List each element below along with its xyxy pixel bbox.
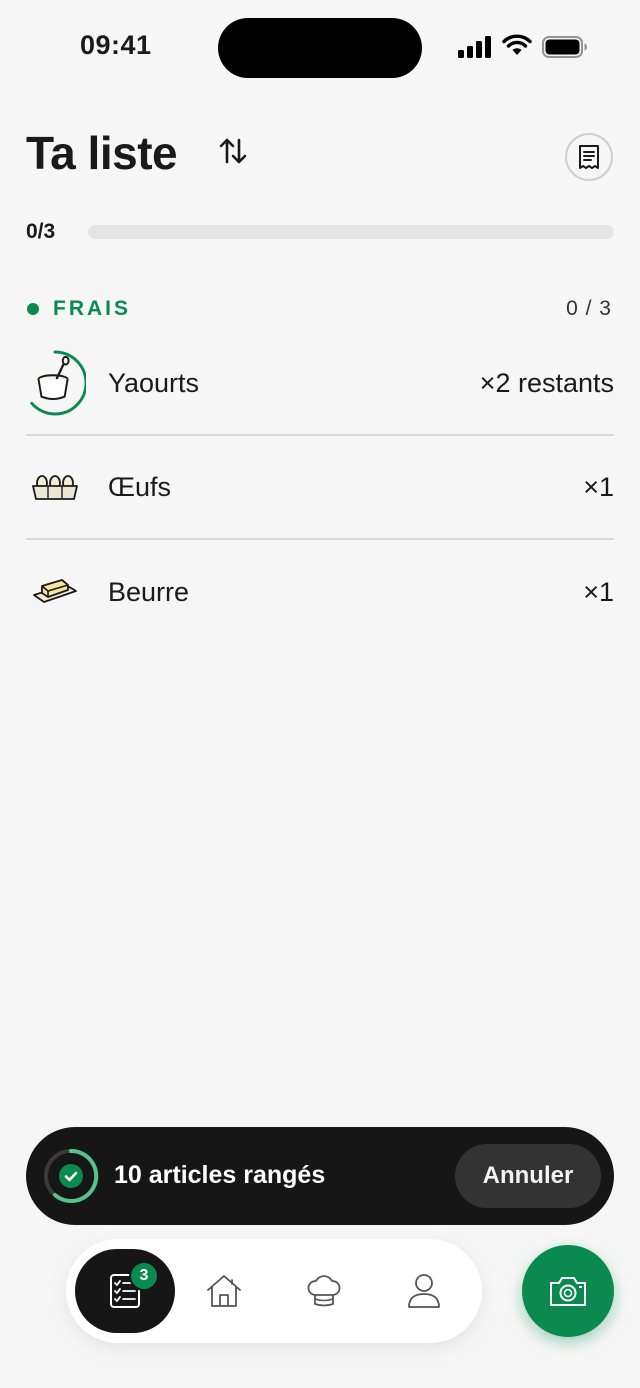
cellular-signal-icon: [458, 36, 491, 58]
undo-button[interactable]: Annuler: [455, 1144, 601, 1208]
sort-arrows-icon: [219, 138, 247, 164]
item-name: Beurre: [108, 576, 190, 607]
sort-button[interactable]: [214, 132, 252, 170]
bottom-nav: 3: [66, 1239, 482, 1343]
item-name: Œufs: [108, 471, 172, 502]
wifi-icon: [502, 34, 532, 55]
progress-label: 0/3: [26, 220, 56, 243]
egg-carton-icon: [24, 456, 86, 518]
list-item[interactable]: Beurre ×1: [26, 540, 614, 644]
status-bar: 09:41: [0, 0, 640, 96]
item-quantity: ×1: [583, 471, 614, 502]
dynamic-island: [218, 18, 422, 78]
item-list: Yaourts ×2 restants Œufs ×1 Beurre ×1: [26, 332, 614, 644]
page-title: Ta liste: [26, 127, 178, 179]
progress-bar: [88, 225, 614, 239]
undo-toast: 10 articles rangés Annuler: [26, 1127, 614, 1225]
status-time: 09:41: [80, 30, 152, 60]
camera-icon: [550, 1277, 586, 1306]
section-dot: [27, 303, 39, 315]
camera-button[interactable]: [522, 1245, 614, 1337]
receipt-button[interactable]: [565, 133, 613, 181]
nav-profile-tab[interactable]: [374, 1249, 474, 1333]
section-count: 0 / 3: [566, 297, 612, 320]
profile-icon: [408, 1274, 440, 1308]
yogurt-icon: [24, 350, 86, 416]
section-title: FRAIS: [53, 297, 131, 320]
item-quantity: ×1: [583, 576, 614, 607]
check-progress-icon: [44, 1148, 99, 1203]
receipt-icon: [579, 145, 599, 169]
nav-home-tab[interactable]: [174, 1249, 274, 1333]
item-name: Yaourts: [108, 367, 200, 398]
list-count-badge: 3: [129, 1261, 159, 1291]
battery-icon: [542, 36, 587, 58]
list-item[interactable]: Yaourts ×2 restants: [26, 332, 614, 436]
toast-message: 10 articles rangés: [114, 1161, 326, 1189]
chef-hat-icon: [307, 1275, 341, 1307]
home-icon: [207, 1275, 241, 1307]
butter-icon: [24, 561, 86, 623]
nav-recipes-tab[interactable]: [274, 1249, 374, 1333]
item-quantity: ×2 restants: [479, 367, 614, 398]
nav-list-tab[interactable]: 3: [75, 1249, 175, 1333]
list-item[interactable]: Œufs ×1: [26, 436, 614, 540]
